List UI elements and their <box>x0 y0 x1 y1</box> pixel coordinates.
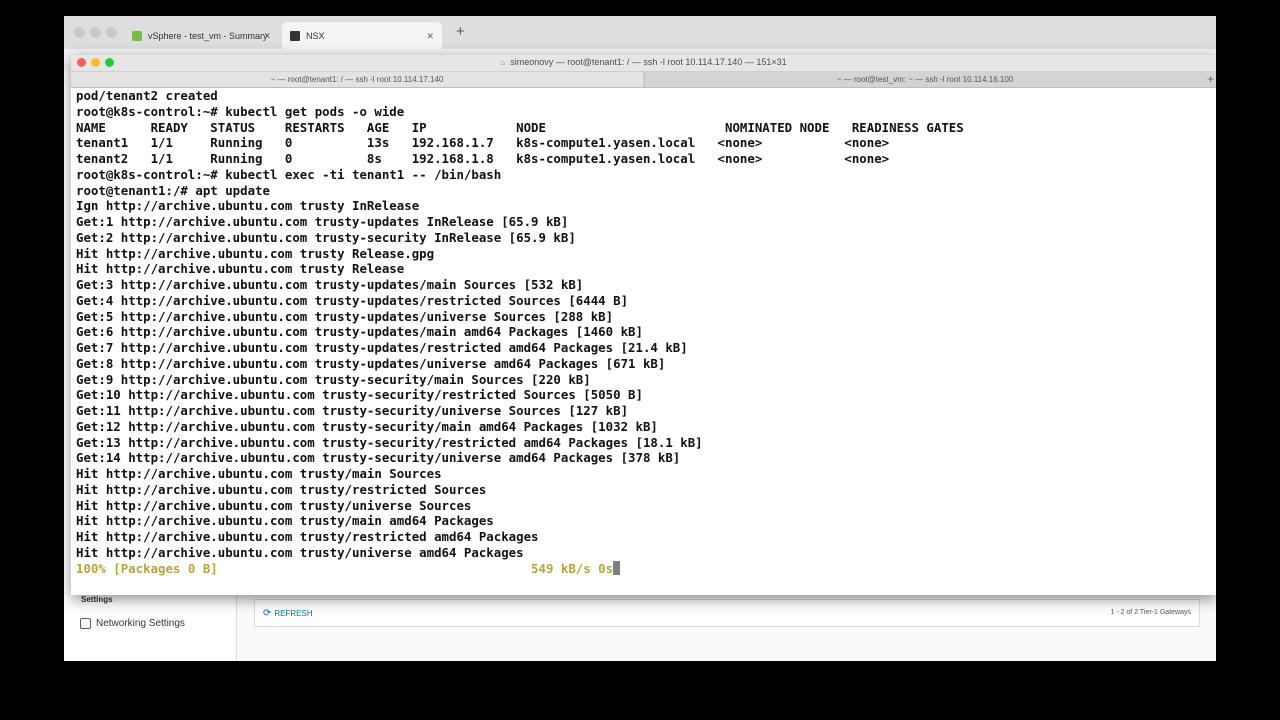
browser-tab-label: vSphere - test_vm - Summary <box>148 30 268 41</box>
terminal-tab-label: ~ — root@tenant1: / — ssh -l root 10.114… <box>270 75 444 84</box>
terminal-line: tenant2 1/1 Running 0 8s 192.168.1.8 k8s… <box>76 151 890 166</box>
terminal-line: Get:5 http://archive.ubuntu.com trusty-u… <box>76 308 614 324</box>
apt-progress-line: 100% [Packages 0 B] 549 kB/s 0s <box>76 560 1211 577</box>
terminal-line: Get:12 http://archive.ubuntu.com trusty-… <box>76 418 658 434</box>
settings-icon <box>80 618 91 629</box>
browser-tab-nsx[interactable]: NSX ✕ <box>282 22 442 49</box>
terminal-tab-label: ~ — root@test_vm: ~ — ssh -l root 10.114… <box>836 75 1014 84</box>
terminal-line: Hit http://archive.ubuntu.com trusty/mai… <box>76 513 494 529</box>
sidebar-item-networking-settings[interactable]: Networking Settings <box>80 618 185 629</box>
terminal-output[interactable]: pod/tenant2 created root@k8s-control:~# … <box>76 88 1211 593</box>
browser-close-dot[interactable] <box>74 27 85 38</box>
apt-progress-text: 100% [Packages 0 B] 549 kB/s 0s <box>76 560 614 576</box>
terminal-line: root@tenant1:/# apt update <box>76 182 270 198</box>
gateway-table-footer: ⟳ REFRESH 1 - 2 of 2 Tier-1 Gateways <box>254 599 1200 627</box>
refresh-label: REFRESH <box>274 609 313 618</box>
terminal-line: Hit http://archive.ubuntu.com trusty/res… <box>76 529 539 544</box>
vsphere-favicon-icon <box>132 30 142 41</box>
terminal-line: Hit http://archive.ubuntu.com trusty Rel… <box>76 245 435 261</box>
terminal-line: Hit http://archive.ubuntu.com trusty/mai… <box>76 466 442 481</box>
browser-tab-label: NSX <box>306 30 325 41</box>
sidebar-section-settings: Settings <box>81 595 113 604</box>
terminal-line: Get:4 http://archive.ubuntu.com trusty-u… <box>76 292 629 308</box>
terminal-tab-test-vm[interactable]: ~ — root@test_vm: ~ — ssh -l root 10.114… <box>644 72 1205 87</box>
terminal-line: Get:14 http://archive.ubuntu.com trusty-… <box>76 450 681 466</box>
terminal-window[interactable]: ⌂ simeonovy — root@tenant1: / — ssh -l r… <box>71 55 1216 595</box>
sidebar-item-label: Networking Settings <box>96 618 185 629</box>
terminal-line: NAME READY STATUS RESTARTS AGE IP NODE N… <box>76 119 964 135</box>
terminal-tab-tenant1[interactable]: ~ — root@tenant1: / — ssh -l root 10.114… <box>71 72 643 87</box>
tab-close-icon[interactable]: ✕ <box>426 31 434 42</box>
tab-close-icon[interactable]: ✕ <box>263 31 271 42</box>
browser-tab-bar: vSphere - test_vm - Summary ✕ NSX ✕ + <box>64 16 1216 49</box>
home-folder-icon: ⌂ <box>500 57 506 67</box>
terminal-line: Get:7 http://archive.ubuntu.com trusty-u… <box>76 340 688 355</box>
terminal-line: Get:3 http://archive.ubuntu.com trusty-u… <box>76 277 584 292</box>
terminal-line: Hit http://archive.ubuntu.com trusty/uni… <box>76 544 524 560</box>
terminal-tab-bar: ~ — root@tenant1: / — ssh -l root 10.114… <box>71 72 1216 88</box>
browser-tab-vsphere[interactable]: vSphere - test_vm - Summary ✕ <box>124 22 279 49</box>
terminal-title: ⌂ simeonovy — root@tenant1: / — ssh -l r… <box>71 57 1216 67</box>
pagination-count: 1 - 2 of 2 Tier-1 Gateways <box>1110 609 1191 616</box>
terminal-new-tab-button[interactable]: + <box>1207 72 1214 87</box>
refresh-button[interactable]: ⟳ REFRESH <box>263 608 313 619</box>
refresh-icon: ⟳ <box>263 608 272 619</box>
terminal-line: tenant1 1/1 Running 0 13s 192.168.1.7 k8… <box>76 135 890 151</box>
terminal-line: Get:10 http://archive.ubuntu.com trusty-… <box>76 387 643 403</box>
terminal-line: Get:6 http://archive.ubuntu.com trusty-u… <box>76 324 643 340</box>
terminal-line: Hit http://archive.ubuntu.com trusty/res… <box>76 481 487 497</box>
terminal-line: pod/tenant2 created <box>76 88 218 103</box>
terminal-line: Get:1 http://archive.ubuntu.com trusty-u… <box>76 214 569 229</box>
terminal-line: root@k8s-control:~# kubectl exec -ti ten… <box>76 166 502 182</box>
terminal-line: Get:11 http://archive.ubuntu.com trusty-… <box>76 403 629 418</box>
new-tab-button[interactable]: + <box>456 23 465 40</box>
terminal-title-text: simeonovy — root@tenant1: / — ssh -l roo… <box>510 57 787 67</box>
terminal-line: Hit http://archive.ubuntu.com trusty/uni… <box>76 497 472 513</box>
terminal-line: Hit http://archive.ubuntu.com trusty Rel… <box>76 261 405 277</box>
nsx-favicon-icon <box>290 30 300 41</box>
terminal-line: Get:8 http://archive.ubuntu.com trusty-u… <box>76 355 666 371</box>
terminal-title-bar[interactable]: ⌂ simeonovy — root@tenant1: / — ssh -l r… <box>71 55 1216 72</box>
terminal-line: Get:13 http://archive.ubuntu.com trusty-… <box>76 434 703 450</box>
terminal-cursor <box>613 560 621 575</box>
terminal-line: Get:2 http://archive.ubuntu.com trusty-s… <box>76 229 576 245</box>
browser-maximize-dot[interactable] <box>106 27 117 38</box>
terminal-line: root@k8s-control:~# kubectl get pods -o … <box>76 103 405 119</box>
terminal-line: Ign http://archive.ubuntu.com trusty InR… <box>76 198 420 214</box>
terminal-line: Get:9 http://archive.ubuntu.com trusty-s… <box>76 371 591 387</box>
browser-minimize-dot[interactable] <box>90 27 101 38</box>
